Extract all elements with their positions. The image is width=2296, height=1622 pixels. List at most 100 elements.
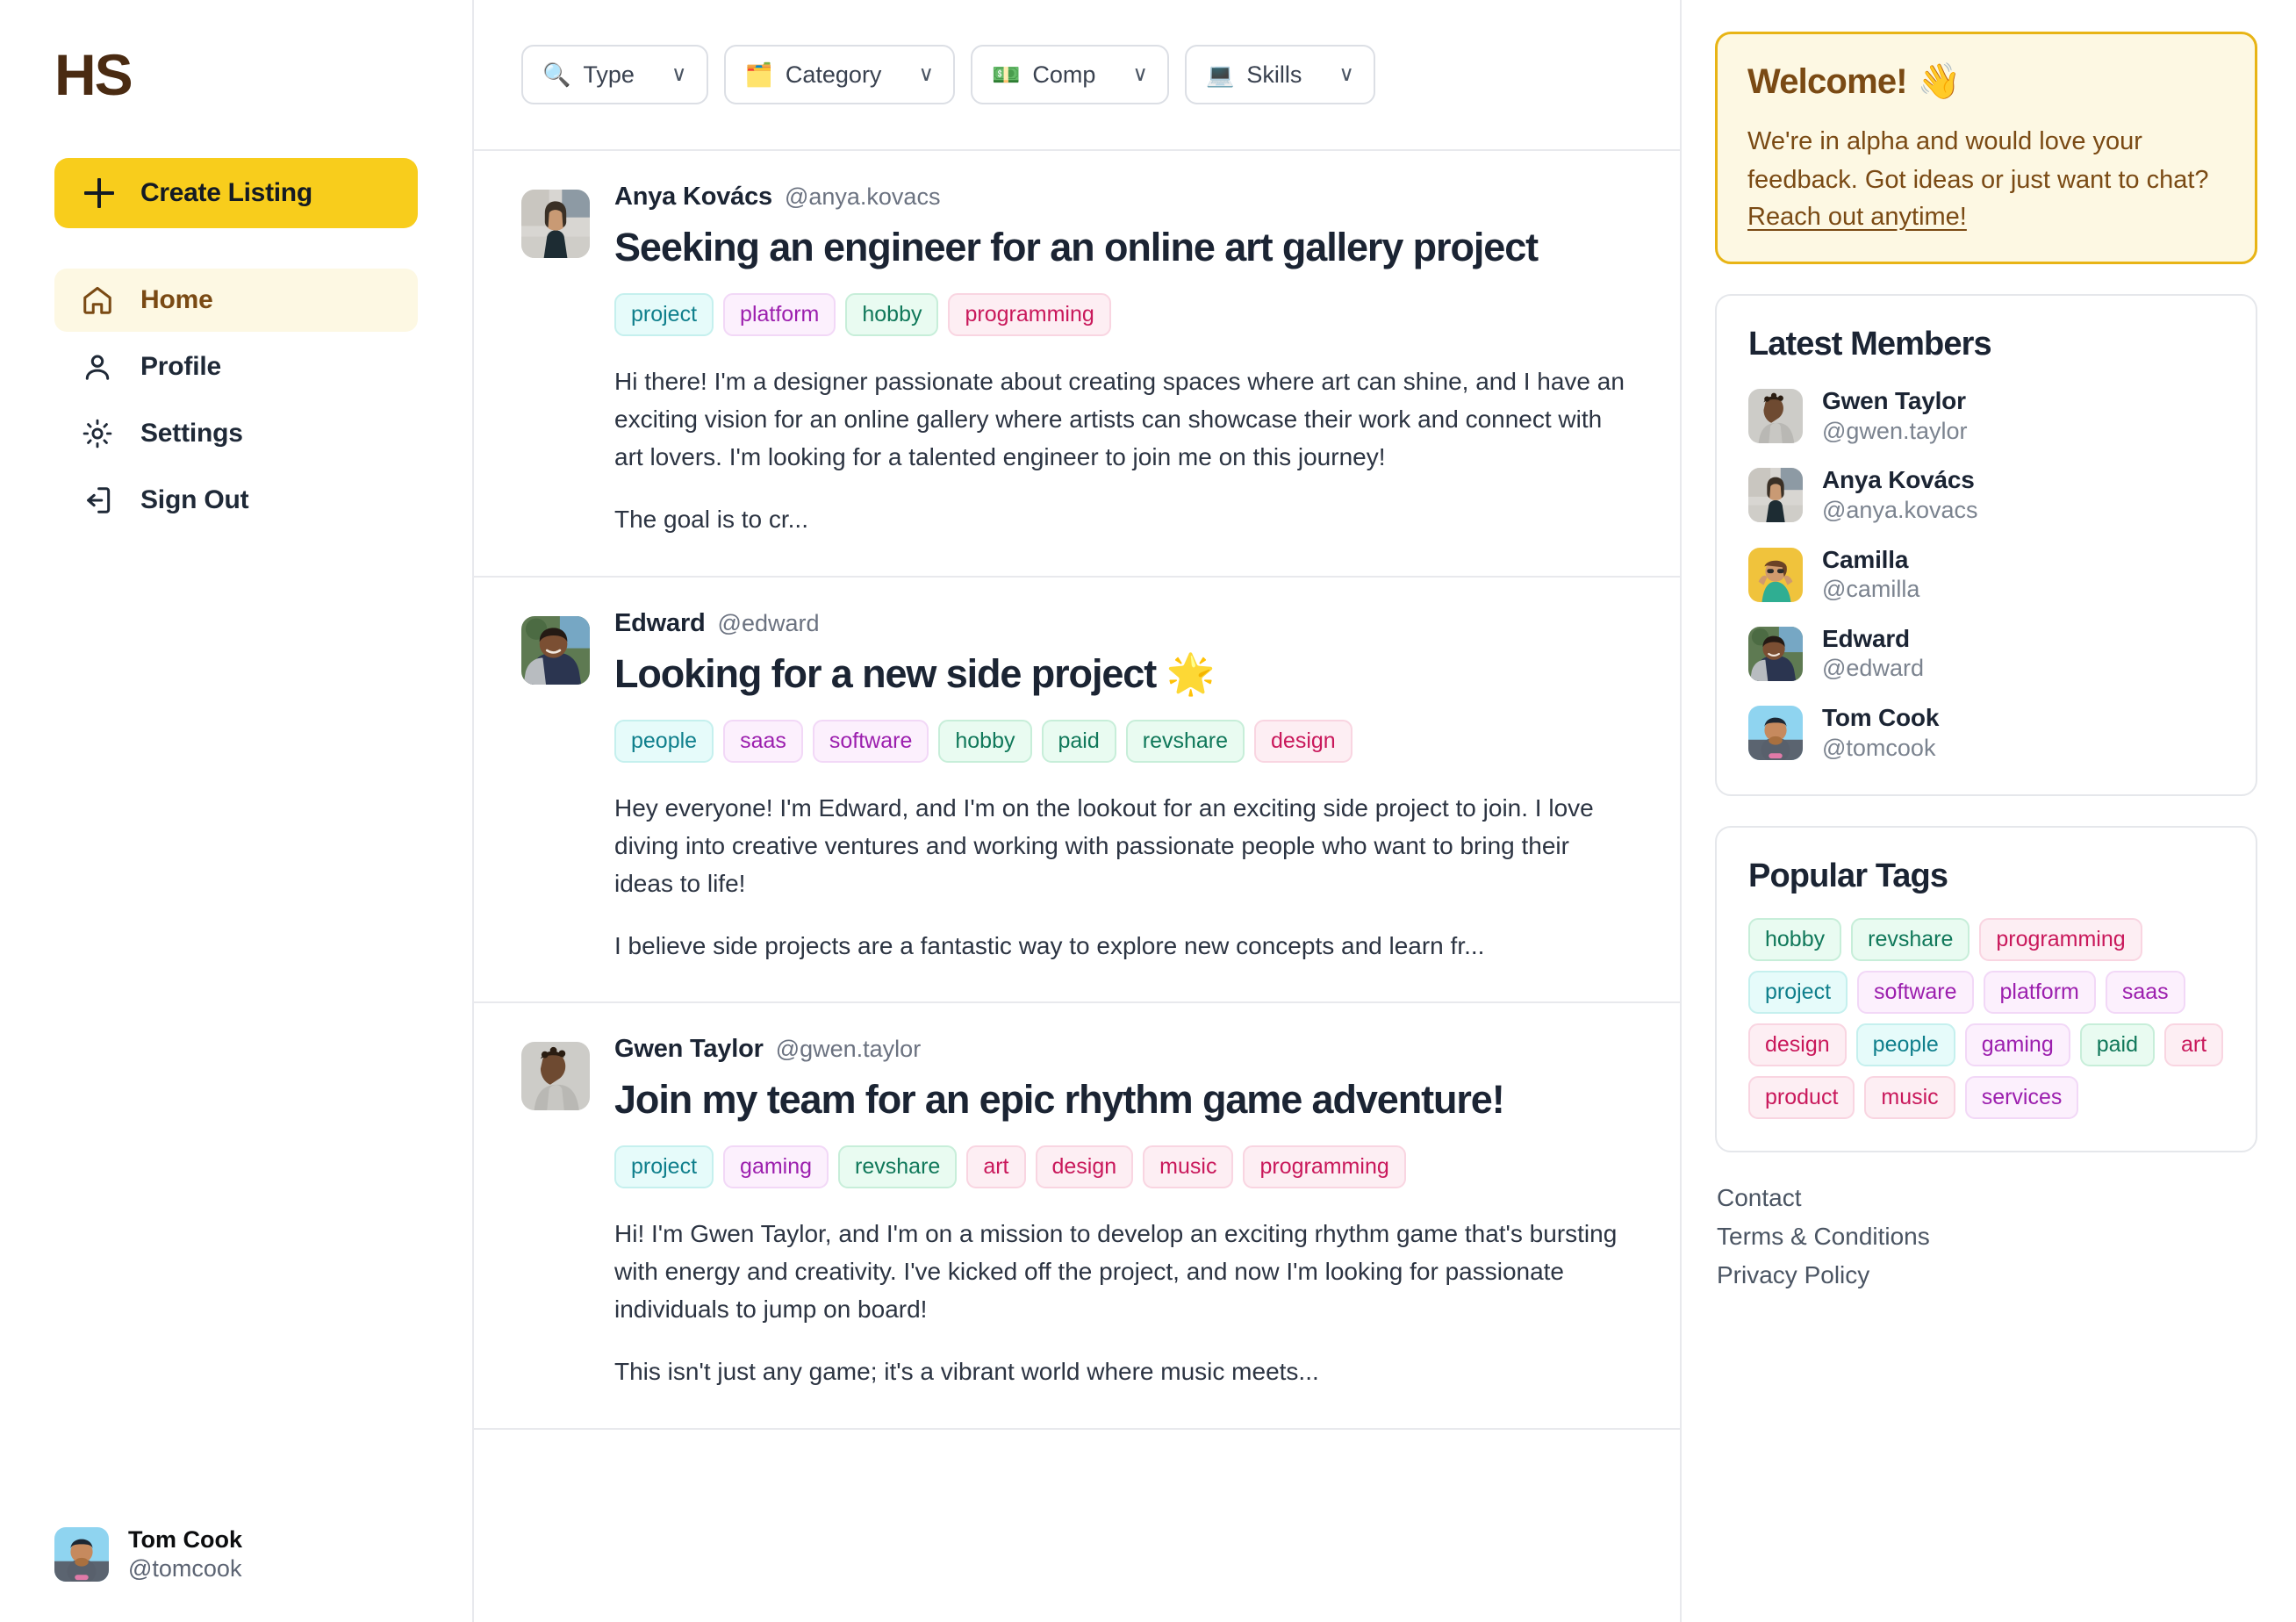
tag-chip[interactable]: gaming: [723, 1145, 829, 1189]
reach-out-link[interactable]: Reach out anytime!: [1747, 203, 1967, 232]
filter-skills[interactable]: 💻 Skills ∨: [1185, 45, 1375, 104]
post-title[interactable]: Join my team for an epic rhythm game adv…: [614, 1076, 1632, 1123]
popular-tag-list: hobby revshare programming project softw…: [1748, 918, 2224, 1120]
member-list: Gwen Taylor @gwen.taylor Anya Kovács @an…: [1748, 386, 2224, 763]
tag-chip[interactable]: revshare: [1851, 918, 1970, 962]
tag-chip[interactable]: music: [1864, 1076, 1955, 1120]
tag-chip[interactable]: hobby: [845, 293, 939, 337]
post-content: Edward @edward Looking for a new side pr…: [614, 609, 1632, 965]
tag-chip[interactable]: gaming: [1964, 1023, 2070, 1067]
footer-link-privacy[interactable]: Privacy Policy: [1717, 1261, 2257, 1289]
tag-chip[interactable]: project: [614, 1145, 714, 1189]
member-name: Gwen Taylor: [1822, 387, 1966, 415]
welcome-panel: Welcome! 👋 We're in alpha and would love…: [1715, 32, 2257, 265]
post-author-handle[interactable]: @edward: [718, 610, 820, 637]
money-icon: 💵: [992, 61, 1021, 88]
post-card[interactable]: Gwen Taylor @gwen.taylor Join my team fo…: [474, 1003, 1680, 1430]
tag-chip[interactable]: design: [1035, 1145, 1134, 1189]
tag-chip[interactable]: design: [1748, 1023, 1847, 1067]
post-card[interactable]: Edward @edward Looking for a new side pr…: [474, 578, 1680, 1004]
tag-chip[interactable]: art: [966, 1145, 1026, 1189]
list-item[interactable]: Gwen Taylor @gwen.taylor: [1748, 386, 2224, 446]
list-item[interactable]: Edward @edward: [1748, 624, 2224, 684]
tag-chip[interactable]: platform: [1983, 971, 2096, 1015]
post-tags: project gaming revshare art design music…: [614, 1145, 1632, 1189]
tag-chip[interactable]: music: [1143, 1145, 1234, 1189]
tag-chip[interactable]: art: [2164, 1023, 2224, 1067]
tag-chip[interactable]: paid: [1041, 719, 1116, 763]
tag-chip[interactable]: programming: [1243, 1145, 1406, 1189]
tag-chip[interactable]: people: [614, 719, 714, 763]
list-item[interactable]: Anya Kovács @anya.kovacs: [1748, 465, 2224, 525]
tag-chip[interactable]: saas: [2105, 971, 2185, 1015]
filter-skills-label: Skills: [1246, 61, 1302, 88]
tag-chip[interactable]: hobby: [938, 719, 1032, 763]
post-content: Gwen Taylor @gwen.taylor Join my team fo…: [614, 1035, 1632, 1391]
post-card[interactable]: Anya Kovács @anya.kovacs Seeking an engi…: [474, 151, 1680, 578]
tag-chip[interactable]: revshare: [838, 1145, 958, 1189]
tag-chip[interactable]: hobby: [1748, 918, 1842, 962]
member-name: Camilla: [1822, 545, 1909, 573]
avatar: [521, 615, 590, 685]
list-item[interactable]: Tom Cook @tomcook: [1748, 703, 2224, 763]
home-icon: [81, 283, 114, 317]
tag-chip[interactable]: design: [1254, 719, 1352, 763]
filter-type-label: Type: [583, 61, 635, 88]
gear-icon: [81, 417, 114, 450]
tag-chip[interactable]: software: [812, 719, 929, 763]
member-handle: @gwen.taylor: [1822, 417, 1968, 444]
current-user-chip[interactable]: Tom Cook @tomcook: [54, 1525, 242, 1583]
tag-chip[interactable]: people: [1855, 1023, 1955, 1067]
member-text: Anya Kovács @anya.kovacs: [1822, 465, 1978, 525]
filter-type[interactable]: 🔍 Type ∨: [521, 45, 708, 104]
list-item[interactable]: Camilla @camilla: [1748, 545, 2224, 605]
post-author-row: Anya Kovács @anya.kovacs: [614, 183, 1632, 212]
current-user-handle: @tomcook: [128, 1555, 242, 1583]
sidebar-item-sign-out[interactable]: Sign Out: [54, 469, 418, 532]
footer-link-terms[interactable]: Terms & Conditions: [1717, 1223, 2257, 1251]
post-content: Anya Kovács @anya.kovacs Seeking an engi…: [614, 183, 1632, 539]
popular-tags-title: Popular Tags: [1748, 858, 1948, 895]
current-user-name: Tom Cook: [128, 1526, 242, 1554]
sidebar-item-home[interactable]: Home: [54, 269, 418, 332]
tag-chip[interactable]: programming: [1979, 918, 2142, 962]
tag-chip[interactable]: paid: [2079, 1023, 2156, 1067]
footer-link-contact[interactable]: Contact: [1717, 1184, 2257, 1212]
post-author-name[interactable]: Anya Kovács: [614, 183, 772, 212]
tag-chip[interactable]: programming: [948, 293, 1111, 337]
post-author-row: Gwen Taylor @gwen.taylor: [614, 1035, 1632, 1064]
sidebar-item-settings-label: Settings: [140, 419, 243, 448]
filter-comp[interactable]: 💵 Comp ∨: [971, 45, 1169, 104]
member-handle: @anya.kovacs: [1822, 497, 1978, 524]
popular-tags-card: Popular Tags hobby revshare programming …: [1715, 826, 2257, 1153]
tag-chip[interactable]: services: [1964, 1076, 2079, 1120]
member-handle: @edward: [1822, 655, 1924, 682]
post-author-handle[interactable]: @anya.kovacs: [785, 183, 941, 211]
tag-chip[interactable]: platform: [723, 293, 836, 337]
filter-category[interactable]: 🗂️ Category ∨: [723, 45, 956, 104]
tag-chip[interactable]: software: [1857, 971, 1974, 1015]
member-text: Edward @edward: [1822, 624, 1924, 684]
post-tags: project platform hobby programming: [614, 293, 1632, 337]
avatar: [521, 190, 590, 258]
tag-chip[interactable]: revshare: [1125, 719, 1245, 763]
tag-chip[interactable]: project: [1748, 971, 1848, 1015]
post-author-name[interactable]: Gwen Taylor: [614, 1035, 764, 1064]
tag-chip[interactable]: product: [1748, 1076, 1855, 1120]
tag-chip[interactable]: saas: [723, 719, 803, 763]
post-title[interactable]: Looking for a new side project 🌟: [614, 650, 1632, 697]
post-author-handle[interactable]: @gwen.taylor: [776, 1036, 921, 1063]
plus-icon: [84, 178, 114, 208]
create-listing-label: Create Listing: [140, 178, 312, 207]
sidebar-item-sign-out-label: Sign Out: [140, 485, 249, 514]
sidebar-item-profile[interactable]: Profile: [54, 335, 418, 398]
sidebar-item-settings[interactable]: Settings: [54, 402, 418, 465]
post-author-name[interactable]: Edward: [614, 609, 706, 638]
sidebar-nav: Home Profile Settings Sign Out: [54, 269, 418, 532]
brand-logo[interactable]: HS: [54, 46, 418, 104]
post-paragraph: I believe side projects are a fantastic …: [614, 931, 1485, 959]
post-title[interactable]: Seeking an engineer for an online art ga…: [614, 224, 1632, 270]
tag-chip[interactable]: project: [614, 293, 714, 337]
create-listing-button[interactable]: Create Listing: [54, 158, 418, 228]
waving-hand-icon: 👋: [1917, 62, 1962, 101]
